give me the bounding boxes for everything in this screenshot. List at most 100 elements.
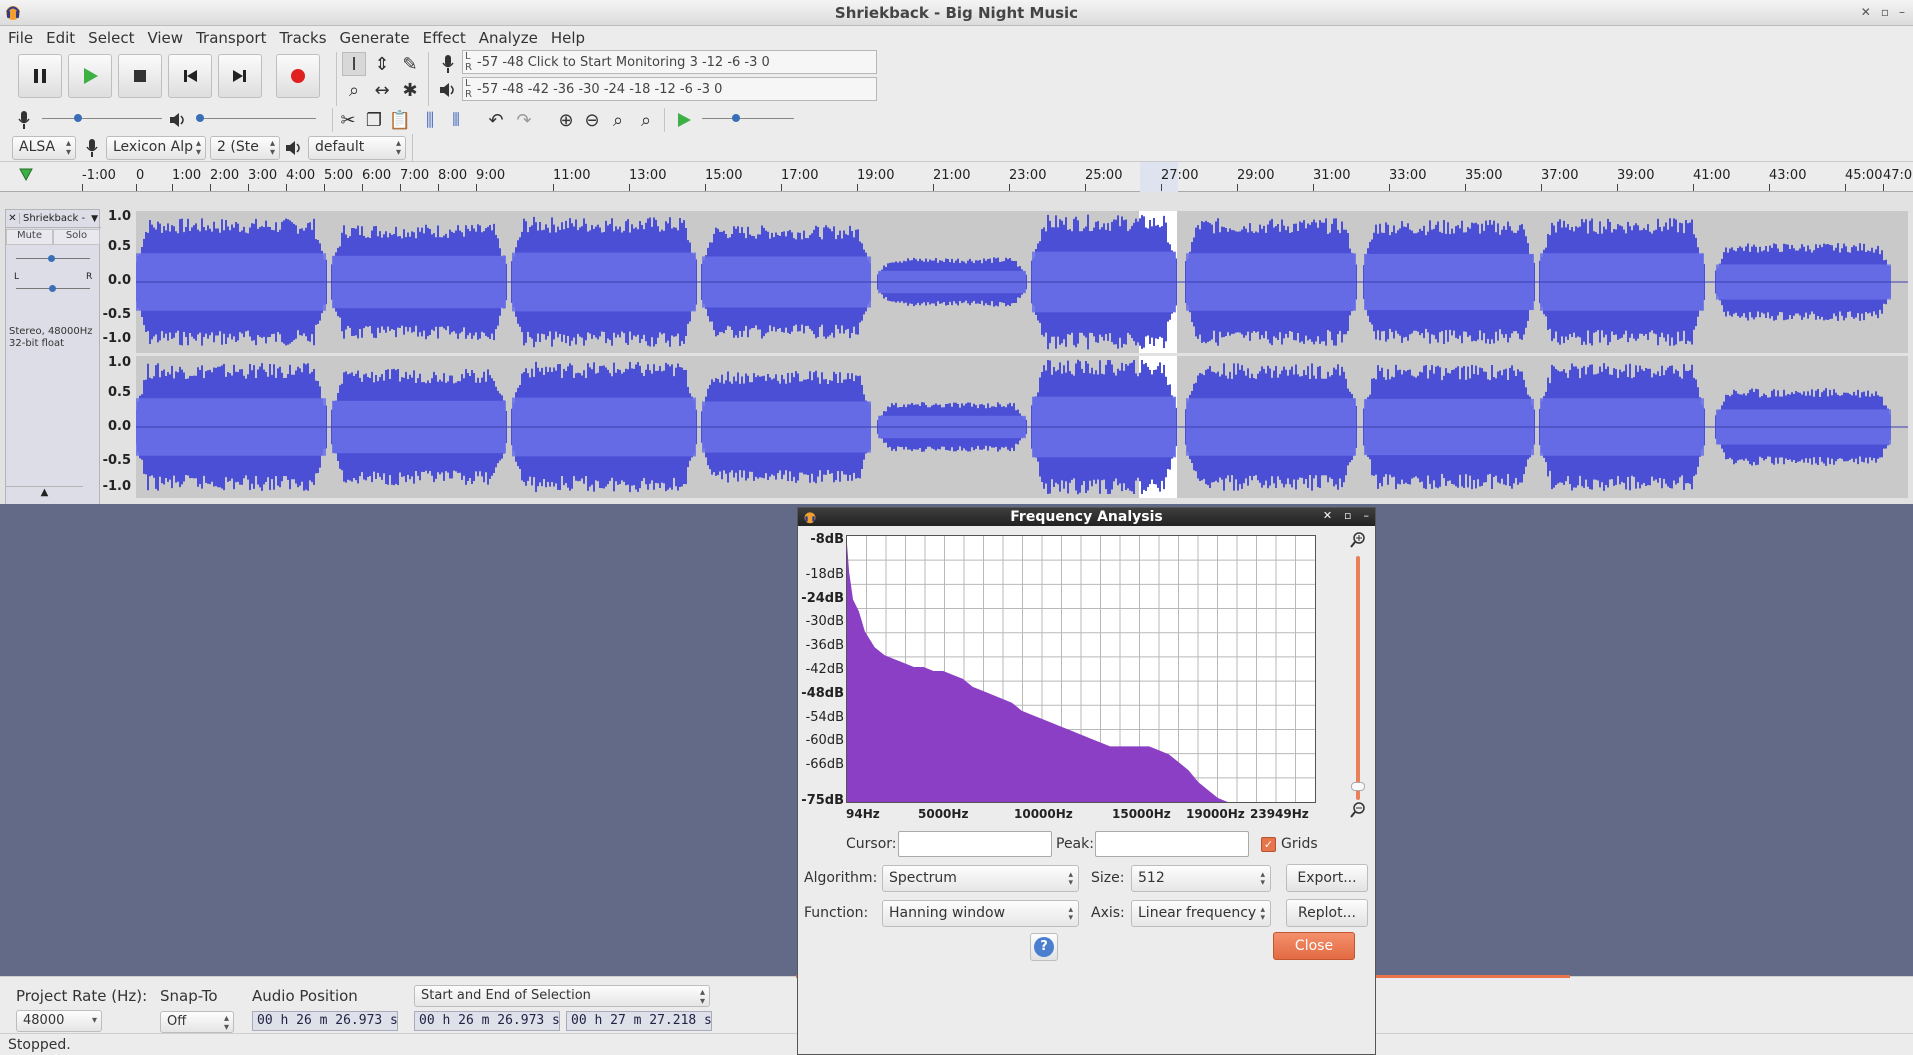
zoom-out-icon[interactable] bbox=[1350, 802, 1366, 818]
menu-view[interactable]: View bbox=[147, 29, 192, 47]
menu-edit[interactable]: Edit bbox=[46, 29, 84, 47]
record-button[interactable] bbox=[276, 54, 320, 98]
recording-device-select[interactable]: Lexicon Alp ▴ ▾ bbox=[106, 136, 206, 160]
pan-slider[interactable] bbox=[16, 285, 90, 292]
minimize-window-icon[interactable]: – bbox=[1899, 5, 1905, 19]
playback-device-select[interactable]: default ▴ ▾ bbox=[308, 136, 406, 160]
selection-start-field[interactable]: 00 h 26 m 26.973 s bbox=[414, 1011, 560, 1031]
pause-button[interactable] bbox=[18, 54, 62, 98]
menu-effect[interactable]: Effect bbox=[423, 29, 475, 47]
scissors-icon: ✂ bbox=[340, 109, 356, 131]
slider-thumb[interactable] bbox=[74, 114, 82, 122]
copy-button[interactable]: ❐ bbox=[362, 108, 386, 132]
snap-to-select[interactable]: Off ▴ ▾ bbox=[160, 1011, 234, 1033]
close-track-icon[interactable]: ✕ bbox=[6, 213, 20, 224]
ruler-tick bbox=[1161, 184, 1162, 191]
draw-tool-button[interactable]: ✎ bbox=[398, 52, 422, 76]
stop-button[interactable] bbox=[118, 54, 162, 98]
play-button[interactable] bbox=[68, 54, 112, 98]
track-menu-arrow-icon[interactable]: ▼ bbox=[91, 214, 101, 224]
ruler-tick bbox=[172, 184, 173, 191]
track-name-menu[interactable]: Shriekback - bbox=[20, 213, 91, 224]
waveform-channel-left[interactable] bbox=[136, 211, 1908, 353]
paste-button[interactable]: 📋 bbox=[388, 108, 412, 132]
play-speed-slider[interactable] bbox=[702, 114, 794, 122]
ruler-tick bbox=[362, 184, 363, 191]
project-rate-select[interactable]: 48000 ▾ bbox=[16, 1010, 102, 1032]
waveform-channel-right[interactable] bbox=[136, 356, 1908, 498]
solo-button[interactable]: Solo bbox=[53, 229, 100, 245]
peak-field[interactable] bbox=[1095, 831, 1249, 857]
ruler-tick bbox=[82, 184, 83, 191]
menu-analyze[interactable]: Analyze bbox=[479, 29, 547, 47]
export-button[interactable]: Export... bbox=[1286, 864, 1368, 892]
menu-transport[interactable]: Transport bbox=[196, 29, 275, 47]
gain-slider[interactable] bbox=[16, 255, 90, 262]
menu-select[interactable]: Select bbox=[88, 29, 143, 47]
record-meter[interactable]: LR -57 -48 Click to Start Monitoring 3 -… bbox=[462, 50, 877, 74]
fit-project-button[interactable]: ⌕ bbox=[634, 108, 658, 132]
audio-host-select[interactable]: ALSA ▴ ▾ bbox=[12, 136, 76, 160]
collapse-track-button[interactable]: ▲ bbox=[6, 486, 83, 502]
slider-thumb[interactable] bbox=[732, 114, 740, 122]
menu-generate[interactable]: Generate bbox=[340, 29, 419, 47]
zoom-in-icon[interactable] bbox=[1350, 532, 1366, 548]
menu-file[interactable]: File bbox=[8, 29, 42, 47]
maximize-dialog-icon[interactable]: ▫ bbox=[1344, 509, 1351, 522]
zoom-out-button[interactable]: ⊖ bbox=[580, 108, 604, 132]
replot-button[interactable]: Replot... bbox=[1286, 899, 1368, 927]
axis-select[interactable]: Linear frequency ▴ ▾ bbox=[1131, 900, 1271, 927]
multi-tool-button[interactable]: ✱ bbox=[398, 78, 422, 102]
close-window-icon[interactable]: ✕ bbox=[1861, 5, 1871, 19]
cursor-field[interactable] bbox=[898, 831, 1052, 857]
slider-thumb[interactable] bbox=[49, 285, 56, 292]
playback-volume-slider[interactable] bbox=[196, 114, 316, 122]
envelope-tool-button[interactable]: ⇕ bbox=[370, 52, 394, 76]
ruler-tick-label: 41:00 bbox=[1693, 168, 1731, 183]
undo-button[interactable]: ↶ bbox=[484, 108, 508, 132]
cut-button[interactable]: ✂ bbox=[336, 108, 360, 132]
play-meter[interactable]: LR -57 -48 -42 -36 -30 -24 -18 -12 -6 -3… bbox=[462, 77, 877, 101]
selection-mode-select[interactable]: Start and End of Selection ▴ ▾ bbox=[414, 985, 710, 1007]
minimize-dialog-icon[interactable]: – bbox=[1364, 509, 1370, 522]
play-meter-button[interactable] bbox=[436, 78, 460, 102]
skip-to-start-button[interactable] bbox=[168, 54, 212, 98]
window-title: Shriekback - Big Night Music bbox=[834, 4, 1079, 22]
selection-end-field[interactable]: 00 h 27 m 27.218 s bbox=[566, 1011, 712, 1031]
size-select[interactable]: 512 ▴ ▾ bbox=[1131, 865, 1271, 892]
mute-button[interactable]: Mute bbox=[6, 229, 53, 245]
timeline-ruler[interactable]: -1:00 0 1:00 2:00 3:00 4:00 5:00 6:00 7:00 8:00 9:… bbox=[0, 162, 1913, 192]
help-button[interactable]: ? bbox=[1030, 933, 1058, 961]
play-at-speed-button[interactable] bbox=[672, 108, 696, 132]
fit-selection-button[interactable]: ⌕ bbox=[606, 108, 630, 132]
menu-help[interactable]: Help bbox=[551, 29, 594, 47]
function-select[interactable]: Hanning window ▴ ▾ bbox=[882, 900, 1079, 927]
zoom-slider-thumb[interactable] bbox=[1351, 782, 1365, 791]
menu-tracks[interactable]: Tracks bbox=[279, 29, 335, 47]
silence-button[interactable]: ⫴ bbox=[444, 108, 468, 132]
redo-button[interactable]: ↷ bbox=[512, 108, 536, 132]
time-shift-tool-button[interactable]: ↔ bbox=[370, 78, 394, 102]
grids-checkbox[interactable]: ✓ bbox=[1261, 837, 1276, 852]
slider-thumb[interactable] bbox=[196, 114, 204, 122]
recording-volume-slider[interactable] bbox=[42, 114, 162, 122]
close-button[interactable]: Close bbox=[1273, 932, 1355, 960]
zoom-in-button[interactable]: ⊕ bbox=[554, 108, 578, 132]
record-meter-button[interactable] bbox=[436, 52, 460, 76]
close-dialog-icon[interactable]: ✕ bbox=[1323, 509, 1332, 522]
maximize-window-icon[interactable]: ▫ bbox=[1881, 5, 1889, 19]
function-label: Function: bbox=[804, 905, 869, 921]
selection-tool-button[interactable]: I bbox=[342, 52, 366, 76]
zoom-slider[interactable] bbox=[1351, 556, 1365, 800]
trim-button[interactable]: ⫼ bbox=[418, 108, 442, 132]
spectrum-plot[interactable] bbox=[846, 535, 1316, 803]
slider-thumb[interactable] bbox=[48, 255, 55, 262]
audio-position-field[interactable]: 00 h 26 m 26.973 s bbox=[252, 1011, 398, 1031]
updown-arrow-icon: ▴ ▾ bbox=[195, 138, 201, 158]
skip-to-end-button[interactable] bbox=[218, 54, 262, 98]
channels-select[interactable]: 2 (Ste ▴ ▾ bbox=[210, 136, 280, 160]
stop-icon bbox=[134, 70, 146, 82]
zoom-tool-button[interactable]: ⌕ bbox=[342, 78, 366, 102]
algorithm-select[interactable]: Spectrum ▴ ▾ bbox=[882, 865, 1079, 892]
db-tick-label: -24dB bbox=[801, 590, 844, 606]
